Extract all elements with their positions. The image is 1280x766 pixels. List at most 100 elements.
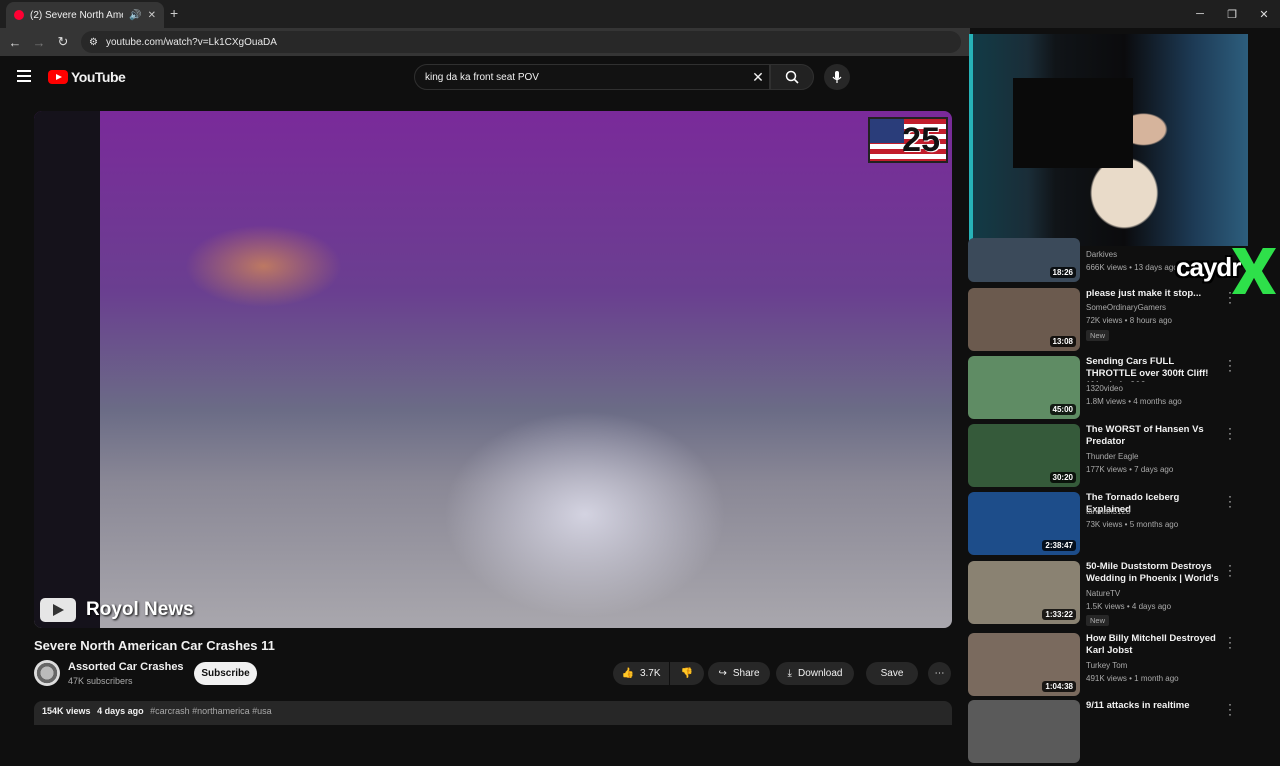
video-title: Severe North American Car Crashes 11: [34, 638, 275, 653]
video-thumbnail[interactable]: [968, 700, 1080, 763]
recommended-meta: 177K views • 7 days ago: [1086, 465, 1174, 474]
video-thumbnail[interactable]: 18:26: [968, 238, 1080, 282]
back-icon[interactable]: ←: [3, 35, 27, 50]
more-options-icon[interactable]: · · ·: [1226, 422, 1234, 444]
recommended-title[interactable]: Sending Cars FULL THROTTLE over 300ft Cl…: [1086, 356, 1221, 382]
share-button[interactable]: ↪ Share: [708, 662, 770, 685]
thumbs-up-icon: 👍: [621, 668, 634, 679]
more-options-icon[interactable]: · · ·: [1226, 698, 1234, 720]
video-thumbnail[interactable]: 30:20: [968, 424, 1080, 487]
video-player[interactable]: 25 Royol News: [34, 111, 952, 628]
tab-title: (2) Severe North American: [30, 9, 123, 21]
video-thumbnail[interactable]: 13:08: [968, 288, 1080, 351]
duration-badge: 1:33:22: [1042, 609, 1076, 620]
duration-badge: 30:20: [1049, 472, 1076, 483]
view-count: 154K views: [42, 706, 91, 716]
video-thumbnail[interactable]: 1:04:38: [968, 633, 1080, 696]
recommended-video[interactable]: 1:33:22 50-Mile Duststorm Destroys Weddin…: [968, 559, 1248, 627]
recommended-title[interactable]: please just make it stop...: [1086, 288, 1221, 300]
search-button[interactable]: [770, 64, 814, 90]
recommended-meta: 72K views • 8 hours ago: [1086, 316, 1172, 325]
recommended-channel[interactable]: Thunder Eagle: [1086, 452, 1138, 461]
channel-name[interactable]: Assorted Car Crashes: [68, 661, 184, 673]
youtube-logo[interactable]: YouTube: [48, 69, 126, 85]
dislike-button[interactable]: 👎: [670, 662, 704, 685]
voice-search-button[interactable]: [824, 64, 850, 90]
duration-badge: 45:00: [1049, 404, 1076, 415]
duration-badge: 1:04:38: [1042, 681, 1076, 692]
recommended-channel[interactable]: NatureTV: [1086, 589, 1120, 598]
video-thumbnail[interactable]: 2:38:47: [968, 492, 1080, 555]
recommended-channel[interactable]: tanman5123: [1086, 507, 1130, 516]
new-tab-button[interactable]: +: [170, 5, 178, 21]
youtube-header: YouTube king da ka front seat POV ✕: [0, 56, 970, 100]
recommended-video[interactable]: 2:38:47 The Tornado Iceberg Explained tanm…: [968, 490, 1248, 558]
description-box[interactable]: 154K views 4 days ago #carcrash #northam…: [34, 701, 952, 725]
channel-avatar[interactable]: [34, 660, 60, 686]
speaker-icon[interactable]: 🔊: [129, 10, 141, 21]
webcam-background: [1013, 78, 1133, 168]
recommended-channel[interactable]: SomeOrdinaryGamers: [1086, 303, 1166, 312]
webcam-overlay: [969, 34, 1248, 246]
video-thumbnail[interactable]: 1:33:22: [968, 561, 1080, 624]
close-tab-icon[interactable]: ✕: [148, 10, 156, 21]
search-value: king da ka front seat POV: [425, 71, 539, 83]
share-icon: ↪: [718, 668, 727, 679]
youtube-play-icon: [48, 70, 68, 84]
thumbs-down-icon: 👎: [680, 668, 694, 679]
site-info-icon[interactable]: ⚙: [89, 37, 98, 48]
recommended-title[interactable]: The WORST of Hansen Vs Predator: [1086, 424, 1221, 448]
url-text: youtube.com/watch?v=Lk1CXgOuaDA: [105, 36, 277, 48]
reload-icon[interactable]: ↻: [51, 34, 75, 50]
more-actions-button[interactable]: ⋯: [928, 662, 951, 685]
microphone-icon: [832, 71, 842, 83]
recommended-meta: 73K views • 5 months ago: [1086, 520, 1179, 529]
subscribe-button[interactable]: Subscribe: [194, 662, 257, 685]
more-options-icon[interactable]: · · ·: [1226, 286, 1234, 308]
subscriber-count: 47K subscribers: [68, 676, 133, 686]
save-button[interactable]: Save: [866, 662, 918, 685]
flag-number: 25: [902, 121, 940, 159]
more-options-icon[interactable]: · · ·: [1226, 559, 1234, 581]
window-controls: ─ ❐ ✕: [1184, 0, 1280, 28]
more-options-icon[interactable]: · · ·: [1226, 354, 1234, 376]
download-button[interactable]: ⤓ Download: [776, 662, 854, 685]
recommended-video[interactable]: 45:00 Sending Cars FULL THROTTLE over 300…: [968, 354, 1248, 422]
recommended-video[interactable]: 9/11 attacks in realtime · · ·: [968, 698, 1248, 766]
video-watermark: Royol News: [40, 598, 194, 622]
download-icon: ⤓: [787, 668, 792, 679]
new-badge: New: [1086, 615, 1110, 626]
recommended-channel[interactable]: Turkey Tom: [1086, 661, 1127, 670]
recommended-title[interactable]: 50-Mile Duststorm Destroys Wedding in Ph…: [1086, 561, 1221, 587]
recommended-title[interactable]: How Billy Mitchell Destroyed Karl Jobst: [1086, 633, 1221, 657]
recommended-title[interactable]: 9/11 attacks in realtime: [1086, 700, 1221, 712]
recommended-video[interactable]: 30:20 The WORST of Hansen Vs Predator Thun…: [968, 422, 1248, 490]
more-options-icon[interactable]: · · ·: [1226, 631, 1234, 653]
video-thumbnail[interactable]: 45:00: [968, 356, 1080, 419]
video-letterbox: [34, 111, 100, 628]
recommended-video[interactable]: 13:08 please just make it stop... SomeOrdi…: [968, 286, 1248, 354]
browser-tab-bar: (2) Severe North American 🔊 ✕ + ─ ❐ ✕: [0, 0, 1280, 28]
duration-badge: 18:26: [1049, 267, 1076, 278]
watermark-play-icon: [40, 598, 76, 622]
watermark-text: Royol News: [86, 599, 194, 620]
youtube-favicon-icon: [14, 10, 24, 20]
clear-search-icon[interactable]: ✕: [747, 69, 769, 86]
like-button[interactable]: 👍 3.7K: [613, 662, 669, 685]
url-field[interactable]: ⚙ youtube.com/watch?v=Lk1CXgOuaDA: [81, 31, 961, 53]
browser-tab[interactable]: (2) Severe North American 🔊 ✕: [6, 2, 164, 28]
menu-icon[interactable]: [17, 70, 31, 82]
close-window-icon[interactable]: ✕: [1248, 0, 1280, 28]
more-options-icon[interactable]: · · ·: [1226, 490, 1234, 512]
recommended-meta: 666K views • 13 days ago: [1086, 263, 1178, 272]
recommended-channel[interactable]: 1320video: [1086, 384, 1123, 393]
recommended-channel[interactable]: Darkives: [1086, 250, 1117, 259]
minimize-icon[interactable]: ─: [1184, 0, 1216, 28]
hashtags[interactable]: #carcrash #northamerica #usa: [150, 706, 272, 716]
restore-icon[interactable]: ❐: [1216, 0, 1248, 28]
recommended-video[interactable]: 1:04:38 How Billy Mitchell Destroyed Karl…: [968, 631, 1248, 699]
like-count: 3.7K: [639, 668, 661, 679]
search-input[interactable]: king da ka front seat POV ✕: [414, 64, 770, 90]
forward-icon[interactable]: →: [27, 35, 51, 50]
duration-badge: 13:08: [1049, 336, 1076, 347]
